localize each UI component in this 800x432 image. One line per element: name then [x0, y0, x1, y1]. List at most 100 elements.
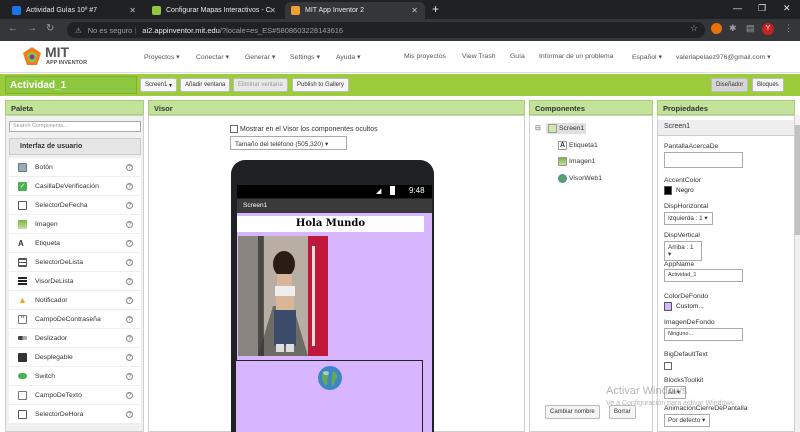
help-icon[interactable]: ?	[126, 296, 133, 304]
publish-gallery-button[interactable]: Publish to Gallery	[292, 78, 350, 92]
palette-item-listpicker[interactable]: SelectorDeLista?	[9, 253, 141, 272]
help-icon[interactable]: ?	[126, 163, 133, 171]
link-guia[interactable]: Guía	[510, 53, 525, 60]
language-selector[interactable]: Español ▾	[632, 53, 662, 61]
address-bar[interactable]: ⚠ No es seguro | ai2.appinventor.mit.edu…	[67, 22, 705, 38]
link-report-problem[interactable]: Informar de un problema	[539, 53, 613, 60]
collapse-icon[interactable]: ⊟	[535, 124, 541, 132]
palette-item-password[interactable]: ** CampoDeContraseña?	[9, 310, 141, 329]
help-icon[interactable]: ?	[126, 220, 133, 228]
prop-bgimage-input[interactable]: Ninguno...	[664, 328, 743, 341]
prop-about-input[interactable]	[664, 152, 743, 168]
palette-item-textbox[interactable]: CampoDeTexto?	[9, 386, 141, 405]
restore-icon[interactable]: ❐	[758, 3, 766, 14]
menu-ayuda[interactable]: Ayuda ▾	[336, 53, 360, 61]
delete-button[interactable]: Borrar	[609, 405, 636, 419]
link-mis-proyectos[interactable]: Mis proyectos	[404, 53, 446, 60]
help-icon[interactable]: ?	[126, 201, 133, 209]
add-screen-button[interactable]: Añadir ventana	[180, 78, 231, 92]
screen-dropdown[interactable]: Screen1 ▾	[140, 78, 178, 92]
minimize-icon[interactable]: —	[733, 3, 742, 13]
extension-icon[interactable]	[711, 23, 722, 34]
palette-item-listview[interactable]: VisorDeLista?	[9, 272, 141, 291]
app-inventor-logo-icon	[23, 47, 41, 65]
scrollbar-thumb[interactable]	[795, 125, 800, 235]
show-hidden-checkbox[interactable]: Mostrar en el Visor los componentes ocul…	[230, 125, 378, 133]
component-screen1[interactable]: Screen1	[546, 123, 587, 134]
reload-icon[interactable]: ↻	[46, 23, 54, 34]
component-imagen1[interactable]: Imagen1	[558, 157, 595, 166]
palette-item-slider[interactable]: Deslizador?	[9, 329, 141, 348]
palette-item-checkbox[interactable]: ✓ CasillaDeVerificación?	[9, 177, 141, 196]
clock-icon	[18, 409, 27, 419]
palette-item-timepicker[interactable]: SelectorDeHora?	[9, 405, 141, 424]
webviewer-component[interactable]	[235, 360, 423, 432]
new-tab-icon[interactable]: +	[432, 2, 439, 16]
rename-button[interactable]: Cambiar nombre	[545, 405, 600, 419]
tab-configurar-mapas[interactable]: Configurar Mapas Interactivos - C ✕	[146, 2, 283, 19]
help-icon[interactable]: ?	[126, 239, 133, 247]
image-icon	[18, 219, 27, 229]
back-icon[interactable]: ←	[8, 23, 18, 34]
close-icon[interactable]: ✕	[411, 6, 418, 15]
viewer-header: Visor	[148, 100, 525, 115]
tab-mit-app-inventor[interactable]: MIT App Inventor 2 ✕	[285, 2, 425, 19]
palette-category-ui[interactable]: Interfaz de usuario	[9, 138, 141, 155]
prop-anim-select[interactable]: Por defecto ▾	[664, 414, 710, 427]
prop-bgcolor-value[interactable]: Custom...	[664, 302, 704, 311]
palette-search-input[interactable]: Search Components...	[9, 121, 141, 132]
palette-item-spinner[interactable]: Desplegable?	[9, 348, 141, 367]
link-view-trash[interactable]: View Trash	[462, 53, 496, 60]
extensions-puzzle-icon[interactable]: ✱	[729, 23, 737, 34]
prop-valign-select[interactable]: Arriba : 1 ▾	[664, 241, 702, 261]
profile-avatar[interactable]: Y	[762, 23, 774, 35]
help-icon[interactable]: ?	[126, 334, 133, 342]
help-icon[interactable]: ?	[126, 410, 133, 418]
prop-valign-label: DispVertical	[664, 232, 700, 239]
remove-screen-button[interactable]: Eliminar ventana	[233, 78, 288, 92]
phone-clock: 9:48	[409, 186, 425, 195]
palette-item-datepicker[interactable]: SelectorDeFecha?	[9, 196, 141, 215]
forward-icon[interactable]: →	[27, 23, 37, 34]
menu-settings[interactable]: Settings ▾	[290, 53, 320, 61]
tab-actividad[interactable]: Actividad Guías 10º #7 ✕	[6, 2, 143, 19]
prop-bigtext-checkbox[interactable]	[664, 362, 672, 370]
window-close-icon[interactable]: ✕	[783, 3, 791, 14]
help-icon[interactable]: ?	[126, 182, 133, 190]
help-icon[interactable]: ?	[126, 391, 133, 399]
blocks-button[interactable]: Bloques	[752, 78, 784, 92]
palette-item-switch[interactable]: Switch?	[9, 367, 141, 386]
mit-logo[interactable]	[22, 46, 42, 68]
palette-item-notifier[interactable]: ▲ Notificador?	[9, 291, 141, 310]
palette-item-image[interactable]: Imagen?	[9, 215, 141, 234]
help-icon[interactable]: ?	[126, 353, 133, 361]
component-etiqueta1[interactable]: A Etiqueta1	[558, 141, 598, 150]
menu-proyectos[interactable]: Proyectos ▾	[144, 53, 180, 61]
component-visorweb1[interactable]: VisorWeb1	[558, 174, 602, 183]
checkbox-box[interactable]	[230, 125, 238, 133]
help-icon[interactable]: ?	[126, 277, 133, 285]
close-icon[interactable]: ✕	[269, 6, 276, 15]
prop-appname-input[interactable]: Actividad_1	[664, 269, 743, 282]
phone-size-select[interactable]: Tamaño del teléfono (505,320) ▾	[230, 136, 347, 150]
help-icon[interactable]: ?	[126, 315, 133, 323]
menu-conectar[interactable]: Conectar ▾	[196, 53, 229, 61]
account-menu[interactable]: valeriapelaez976@gmail.com ▾	[676, 53, 771, 61]
close-icon[interactable]: ✕	[129, 6, 136, 15]
bookmark-star-icon[interactable]: ☆	[690, 23, 698, 34]
prop-bgimage-label: ImagenDeFondo	[664, 319, 715, 326]
prop-accent-value[interactable]: Negro	[664, 186, 694, 195]
help-icon[interactable]: ?	[126, 258, 133, 266]
image-component[interactable]	[238, 236, 328, 356]
reading-list-icon[interactable]: ▤	[746, 23, 755, 34]
palette-item-label[interactable]: A Etiqueta?	[9, 234, 141, 253]
menu-generar[interactable]: Generar ▾	[245, 53, 275, 61]
prop-halign-select[interactable]: Izquierda : 1 ▾	[664, 212, 713, 225]
label-hola-mundo[interactable]: Hola Mundo	[237, 216, 424, 232]
switch-icon	[18, 373, 27, 379]
designer-button[interactable]: Diseñador	[711, 78, 749, 92]
page-scrollbar[interactable]	[795, 115, 800, 432]
help-icon[interactable]: ?	[126, 372, 133, 380]
palette-item-boton[interactable]: Botón?	[9, 158, 141, 177]
chrome-menu-icon[interactable]: ⋮	[784, 23, 793, 34]
